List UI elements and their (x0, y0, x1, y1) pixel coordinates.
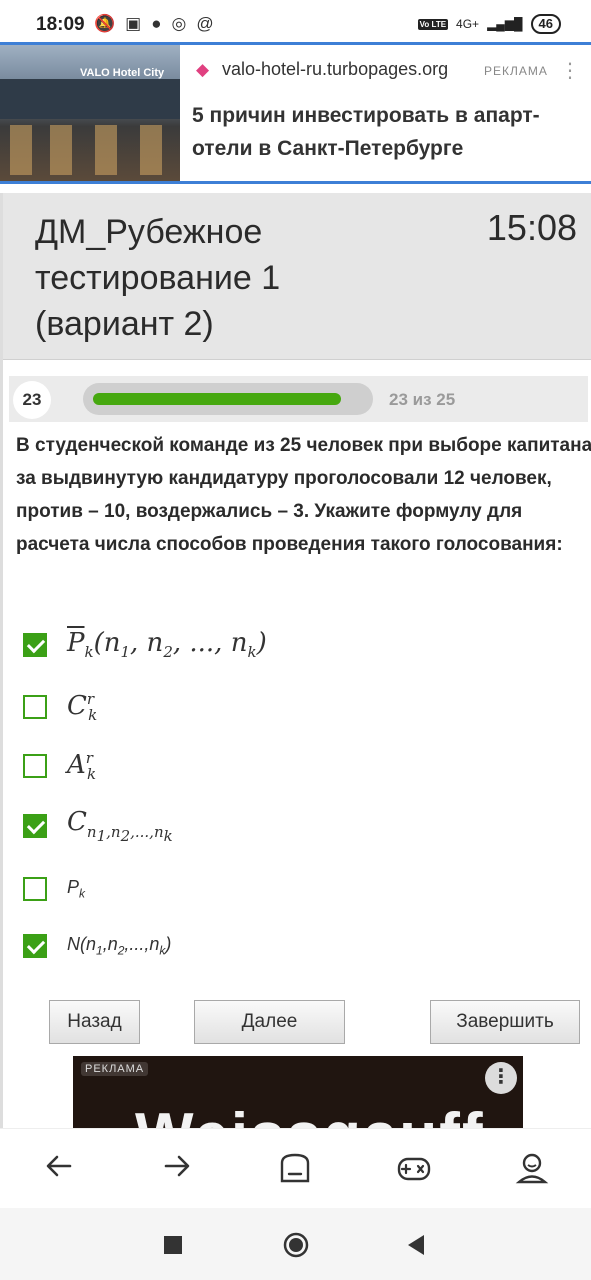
question-number-badge: 23 (13, 381, 51, 419)
status-bar: 18:09 🔕 ▣ ● ◎ @ Vo LTE 4G+ ▂▄▆█ 46 (0, 0, 591, 46)
calendar-icon: ▣ (125, 14, 142, 33)
timer: 15:08 (486, 207, 577, 248)
chat-icon: ● (151, 14, 162, 33)
option-1-formula-pbar: Pk(n1, n2, ..., nk) (67, 628, 267, 662)
option-3-formula-a: Ark (67, 748, 97, 784)
progress-row: 23 23 из 25 (9, 376, 588, 422)
option-6[interactable]: N(n1,n2,...,nk) (23, 926, 171, 966)
progress-bar-fill (93, 393, 341, 405)
games-icon[interactable] (396, 1151, 431, 1185)
back-button[interactable]: Назад (49, 1000, 140, 1044)
option-6-checkbox[interactable] (23, 934, 47, 958)
option-4-checkbox[interactable] (23, 814, 47, 838)
option-6-formula-n: N(n1,n2,...,nk) (67, 934, 172, 958)
option-5-formula-p: Pk (67, 877, 86, 901)
more-vert-icon[interactable]: ⋮ (560, 58, 580, 83)
profile-icon[interactable] (515, 1151, 549, 1185)
test-header: ДМ_Рубежное тестирование 1 (вариант 2) 1… (3, 193, 591, 360)
option-2[interactable]: Crk (23, 687, 97, 727)
ad-block[interactable]: РЕКЛАМА ⋮ Weissgauff (73, 1056, 523, 1133)
mute-icon: 🔕 (94, 14, 116, 33)
tabs-icon[interactable] (278, 1151, 312, 1185)
ad-image-logo: VALO Hotel City (80, 67, 165, 79)
ad-more-icon[interactable]: ⋮ (485, 1062, 517, 1094)
option-1-checkbox[interactable] (23, 633, 47, 657)
option-2-checkbox[interactable] (23, 695, 47, 719)
building-facade (0, 79, 180, 119)
ad-title[interactable]: 5 причин инвестировать в апарт-отели в С… (192, 99, 562, 165)
ad-banner[interactable]: VALO Hotel City ◆ valo-hotel-ru.turbopag… (0, 42, 591, 184)
system-back-icon[interactable] (406, 1234, 426, 1261)
site-favicon-icon: ◆ (196, 60, 210, 79)
option-2-formula-c: Crk (67, 689, 98, 725)
option-5-checkbox[interactable] (23, 877, 47, 901)
battery-icon: 46 (530, 14, 561, 34)
option-5[interactable]: Pk (23, 869, 85, 909)
system-status: Vo LTE 4G+ ▂▄▆█ 46 (417, 14, 561, 34)
volte-icon: Vo LTE (417, 18, 449, 30)
browser-bottom-bar (0, 1128, 591, 1209)
at-icon: @ (196, 14, 214, 33)
option-4[interactable]: Cn1,n2,...,nk (23, 806, 173, 846)
option-4-formula-cn: Cn1,n2,...,nk (67, 807, 173, 845)
progress-bar (83, 383, 373, 415)
home-icon[interactable] (283, 1232, 309, 1258)
progress-text: 23 из 25 (389, 390, 456, 409)
option-3[interactable]: Ark (23, 746, 96, 786)
option-1[interactable]: Pk(n1, n2, ..., nk) (23, 625, 267, 665)
signal-icon: ▂▄▆█ (487, 17, 523, 31)
test-card: ДМ_Рубежное тестирование 1 (вариант 2) 1… (0, 193, 591, 1133)
instagram-icon: ◎ (171, 14, 187, 33)
test-title: ДМ_Рубежное тестирование 1 (вариант 2) (35, 213, 281, 343)
ad-block-label: РЕКЛАМА (81, 1062, 149, 1076)
status-time: 18:09 (36, 14, 85, 35)
ad-domain[interactable]: valo-hotel-ru.turbopages.org (222, 59, 448, 80)
system-nav-bar (0, 1208, 591, 1280)
next-button[interactable]: Далее (194, 1000, 345, 1044)
option-3-checkbox[interactable] (23, 754, 47, 778)
notification-icons: 🔕 ▣ ● ◎ @ (94, 14, 214, 34)
network-type: 4G+ (456, 17, 480, 31)
ad-label: РЕКЛАМА (484, 64, 548, 78)
forward-arrow-icon[interactable] (160, 1151, 194, 1185)
question-text: В студенческой команде из 25 человек при… (16, 435, 591, 555)
ad-hotel-image[interactable]: VALO Hotel City (0, 45, 180, 181)
back-arrow-icon[interactable] (42, 1151, 76, 1185)
finish-button[interactable]: Завершить (430, 1000, 580, 1044)
recents-icon[interactable] (164, 1236, 182, 1254)
